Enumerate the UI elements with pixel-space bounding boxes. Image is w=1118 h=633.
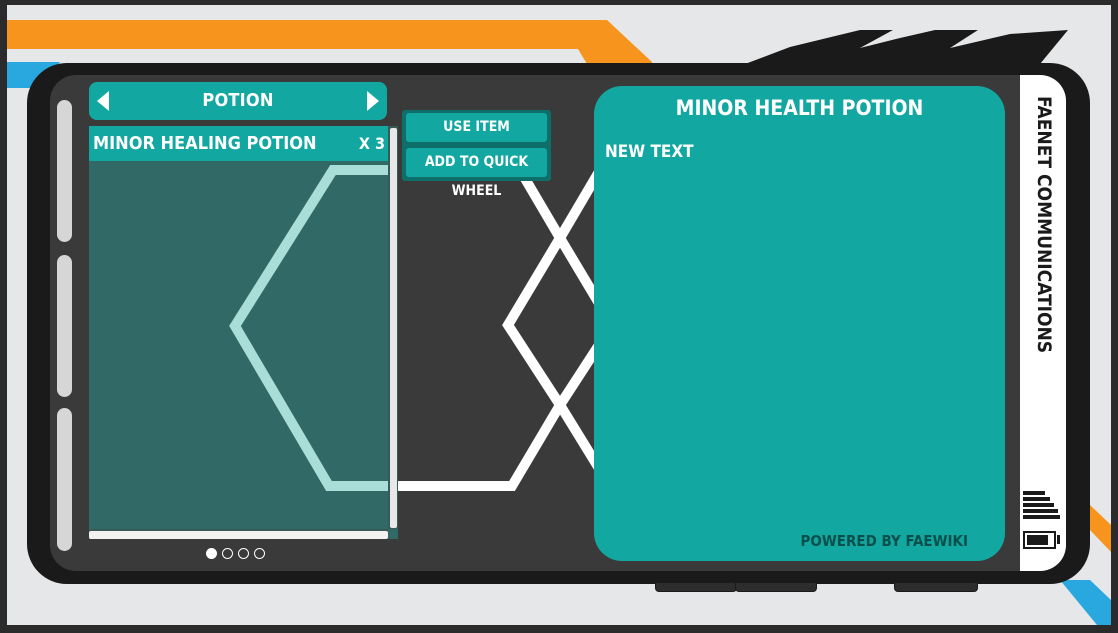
list-item[interactable]: MINOR HEALING POTION X 3 [89,126,388,161]
page-dot[interactable] [238,548,249,559]
side-pill [57,255,72,397]
signal-bar [1023,491,1045,495]
item-list[interactable]: MINOR HEALING POTION X 3 [89,126,398,539]
page-dot[interactable] [222,548,233,559]
device-button [735,583,817,592]
signal-bar [1023,497,1050,501]
side-pill [57,408,72,551]
category-title: POTION [202,90,274,111]
add-to-quick-wheel-button[interactable]: ADD TO QUICK WHEEL [406,148,547,199]
battery-level-fill [1027,535,1048,545]
signal-bar [1023,515,1060,519]
item-context-menu: USE ITEM ADD TO QUICK WHEEL [402,110,551,199]
signal-bar [1023,509,1058,513]
app-title: FAENET COMMUNICATIONS [1030,96,1056,353]
detail-description: NEW TEXT [605,142,694,162]
device-button [655,583,737,592]
side-pill [57,100,72,242]
horizontal-scrollbar[interactable] [89,529,388,539]
blue-stripe-corner [1060,580,1111,625]
powered-by-label: POWERED BY FAEWIKI [800,532,968,550]
spikes [745,30,1068,64]
signal-bar [1023,503,1054,507]
battery-icon [1023,531,1056,549]
item-quantity: X 3 [358,134,385,153]
orange-stripe [7,20,652,64]
page-indicator [206,548,276,562]
orange-stripe-corner [1090,505,1111,552]
page-dot[interactable] [206,548,217,559]
battery-tip [1057,535,1060,544]
list-line-decoration [229,165,398,491]
use-item-button[interactable]: USE ITEM [406,113,547,142]
app-title-text: FAENET COMMUNICATIONS [1033,96,1055,354]
page-dot[interactable] [254,548,265,559]
item-detail-panel: MINOR HEALTH POTION NEW TEXT POWERED BY … [594,86,1005,561]
triangle-right-icon[interactable] [367,91,379,111]
vertical-scroll-thumb[interactable] [390,128,397,528]
detail-title: MINOR HEALTH POTION [675,96,924,120]
category-selector: POTION [89,82,387,120]
horizontal-scroll-thumb[interactable] [89,531,388,539]
device-button [894,583,978,592]
item-name: MINOR HEALING POTION [93,133,317,154]
vertical-scrollbar[interactable] [388,126,398,529]
